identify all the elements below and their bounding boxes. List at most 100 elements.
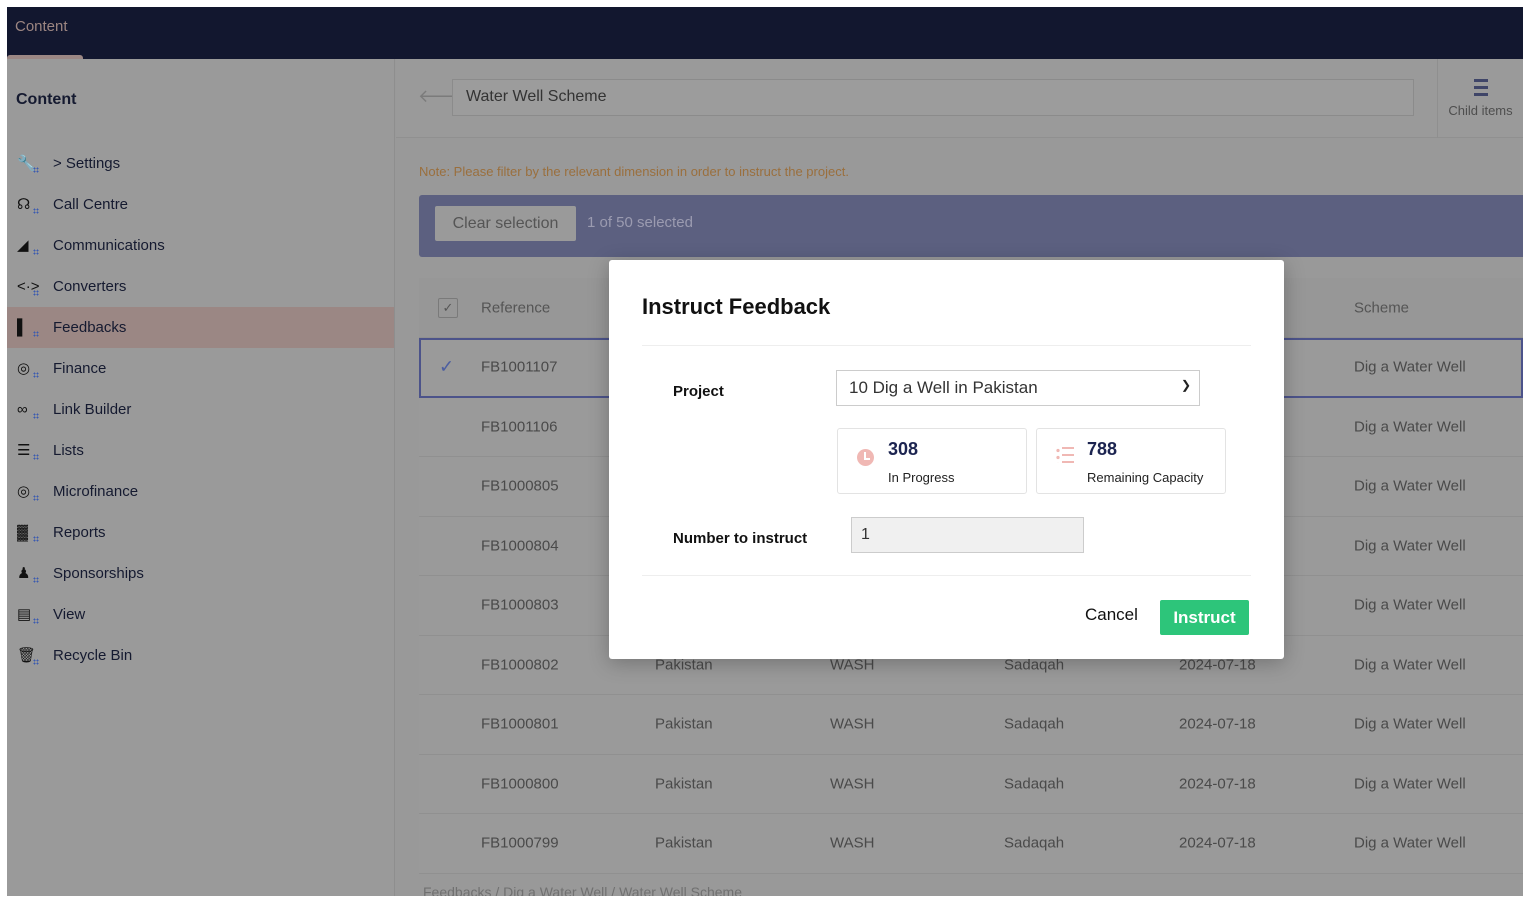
cell-scheme: Dig a Water Well bbox=[1354, 656, 1466, 674]
feedback-icon: ▌ bbox=[17, 318, 43, 338]
sidebar-item-settings[interactable]: 🔧 > Settings bbox=[7, 143, 394, 184]
remaining-capacity-value: 788 bbox=[1087, 439, 1118, 459]
cell-reference: FB1001107 bbox=[481, 358, 558, 376]
cell-category: WASH bbox=[830, 775, 875, 793]
cell-reference: FB1000805 bbox=[481, 477, 559, 495]
cell-country: Pakistan bbox=[655, 775, 713, 793]
trash-icon: 🗑 bbox=[17, 646, 43, 666]
cell-scheme: Dig a Water Well bbox=[1354, 477, 1466, 495]
sidebar-item-microfinance[interactable]: ◎ Microfinance bbox=[7, 471, 394, 512]
instruct-button[interactable]: Instruct bbox=[1160, 600, 1249, 635]
cell-reference: FB1001106 bbox=[481, 418, 558, 436]
instruct-feedback-dialog: Instruct Feedback Project 10 Dig a Well … bbox=[609, 260, 1284, 659]
cell-category: WASH bbox=[830, 834, 875, 852]
cell-reference: FB1000802 bbox=[481, 656, 559, 674]
tab-content[interactable]: Content bbox=[15, 18, 68, 35]
cell-scheme: Dig a Water Well bbox=[1354, 834, 1466, 852]
cell-reference: FB1000804 bbox=[481, 537, 559, 555]
sidebar-item-label: Recycle Bin bbox=[53, 647, 133, 664]
sidebar-item-label: Converters bbox=[53, 278, 127, 295]
cell-category: WASH bbox=[830, 715, 875, 733]
check-icon[interactable]: ✓ bbox=[439, 357, 454, 378]
table-row[interactable]: FB1000799 Pakistan WASH Sadaqah 2024-07-18 Di… bbox=[419, 814, 1523, 874]
dialog-title: Instruct Feedback bbox=[642, 294, 831, 319]
remaining-capacity-card: 788 Remaining Capacity bbox=[1036, 428, 1226, 494]
link-icon: ∞ bbox=[17, 400, 43, 420]
sidebar-item-lists[interactable]: ☰ Lists bbox=[7, 430, 394, 471]
sidebar-item-label: Microfinance bbox=[53, 483, 139, 500]
cancel-button[interactable]: Cancel bbox=[1085, 605, 1138, 625]
sidebar-item-converters[interactable]: <·> Converters bbox=[7, 266, 394, 307]
header-scheme[interactable]: Scheme bbox=[1354, 299, 1409, 316]
remaining-capacity-label: Remaining Capacity bbox=[1087, 470, 1204, 485]
project-select[interactable]: 10 Dig a Well in Pakistan ❯ bbox=[836, 370, 1200, 406]
divider bbox=[642, 345, 1251, 346]
sidebar-item-call-centre[interactable]: ☊ Call Centre bbox=[7, 184, 394, 225]
clear-selection-button[interactable]: Clear selection bbox=[435, 206, 576, 241]
cell-date: 2024-07-18 bbox=[1179, 775, 1256, 793]
sidebar-item-finance[interactable]: ◎ Finance bbox=[7, 348, 394, 389]
project-select-value: 10 Dig a Well in Pakistan bbox=[849, 378, 1038, 397]
cell-scheme: Dig a Water Well bbox=[1354, 358, 1466, 376]
wrench-icon: 🔧 bbox=[17, 154, 43, 174]
sidebar-item-label: Communications bbox=[53, 237, 165, 254]
reports-icon: ▓ bbox=[17, 523, 43, 543]
number-to-instruct-label: Number to instruct bbox=[673, 530, 808, 547]
divider bbox=[642, 575, 1251, 576]
sidebar-item-link-builder[interactable]: ∞ Link Builder bbox=[7, 389, 394, 430]
cell-type: Sadaqah bbox=[1004, 715, 1065, 733]
number-to-instruct-input[interactable] bbox=[851, 517, 1084, 553]
sponsorship-icon: ♟ bbox=[17, 564, 43, 584]
sidebar-item-reports[interactable]: ▓ Reports bbox=[7, 512, 394, 553]
sidebar-item-label: Call Centre bbox=[53, 196, 129, 213]
sidebar-item-label: > Settings bbox=[53, 155, 121, 172]
sidebar-item-feedbacks[interactable]: ▌ Feedbacks bbox=[7, 307, 394, 348]
content-header: 🡐 Water Well Scheme Child items bbox=[396, 59, 1523, 138]
cell-scheme: Dig a Water Well bbox=[1354, 418, 1466, 436]
sidebar-item-label: Link Builder bbox=[53, 401, 132, 418]
cell-scheme: Dig a Water Well bbox=[1354, 596, 1466, 614]
cell-reference: FB1000799 bbox=[481, 834, 559, 852]
list-icon bbox=[1473, 79, 1488, 97]
communications-icon: ◢ bbox=[17, 236, 43, 256]
microfinance-icon: ◎ bbox=[17, 482, 43, 502]
in-progress-value: 308 bbox=[888, 439, 919, 459]
chevron-down-icon: ❯ bbox=[1180, 378, 1191, 392]
list-icon: ☰ bbox=[17, 441, 43, 461]
header-reference[interactable]: Reference bbox=[481, 299, 550, 316]
cell-reference: FB1000801 bbox=[481, 715, 559, 733]
cell-scheme: Dig a Water Well bbox=[1354, 775, 1466, 793]
sidebar-item-view[interactable]: ▤ View bbox=[7, 594, 394, 635]
sidebar-item-label: View bbox=[53, 606, 86, 623]
headset-icon: ☊ bbox=[17, 195, 43, 215]
sidebar-item-label: Feedbacks bbox=[53, 319, 127, 336]
cell-type: Sadaqah bbox=[1004, 775, 1065, 793]
sidebar-item-label: Finance bbox=[53, 360, 107, 377]
cell-scheme: Dig a Water Well bbox=[1354, 715, 1466, 733]
cell-country: Pakistan bbox=[655, 834, 713, 852]
sidebar-item-recycle-bin[interactable]: 🗑 Recycle Bin bbox=[7, 635, 394, 676]
selection-count: 1 of 50 selected bbox=[587, 214, 693, 231]
finance-icon: ◎ bbox=[17, 359, 43, 379]
cell-type: Sadaqah bbox=[1004, 834, 1065, 852]
sidebar-item-communications[interactable]: ◢ Communications bbox=[7, 225, 394, 266]
cell-reference: FB1000800 bbox=[481, 775, 559, 793]
table-row[interactable]: FB1000800 Pakistan WASH Sadaqah 2024-07-18 Di… bbox=[419, 754, 1523, 814]
cell-country: Pakistan bbox=[655, 715, 713, 733]
converter-icon: <·> bbox=[17, 277, 43, 297]
sidebar-item-label: Reports bbox=[53, 524, 106, 541]
select-all-checkbox[interactable]: ✓ bbox=[438, 297, 458, 318]
sidebar-item-sponsorships[interactable]: ♟ Sponsorships bbox=[7, 553, 394, 594]
clock-icon bbox=[857, 449, 874, 466]
table-row[interactable]: FB1000801 Pakistan WASH Sadaqah 2024-07-18 Di… bbox=[419, 695, 1523, 755]
sidebar-title: Content bbox=[16, 91, 77, 108]
in-progress-card: 308 In Progress bbox=[837, 428, 1027, 494]
node-title-input[interactable]: Water Well Scheme bbox=[452, 79, 1414, 116]
cell-date: 2024-07-18 bbox=[1179, 834, 1256, 852]
child-items-button[interactable]: Child items bbox=[1437, 59, 1523, 138]
breadcrumb: Feedbacks / Dig a Water Well / Water Wel… bbox=[423, 884, 742, 896]
cell-reference: FB1000803 bbox=[481, 596, 559, 614]
cell-date: 2024-07-18 bbox=[1179, 715, 1256, 733]
sidebar-item-label: Lists bbox=[53, 442, 84, 459]
top-bar: Content bbox=[7, 7, 1523, 59]
